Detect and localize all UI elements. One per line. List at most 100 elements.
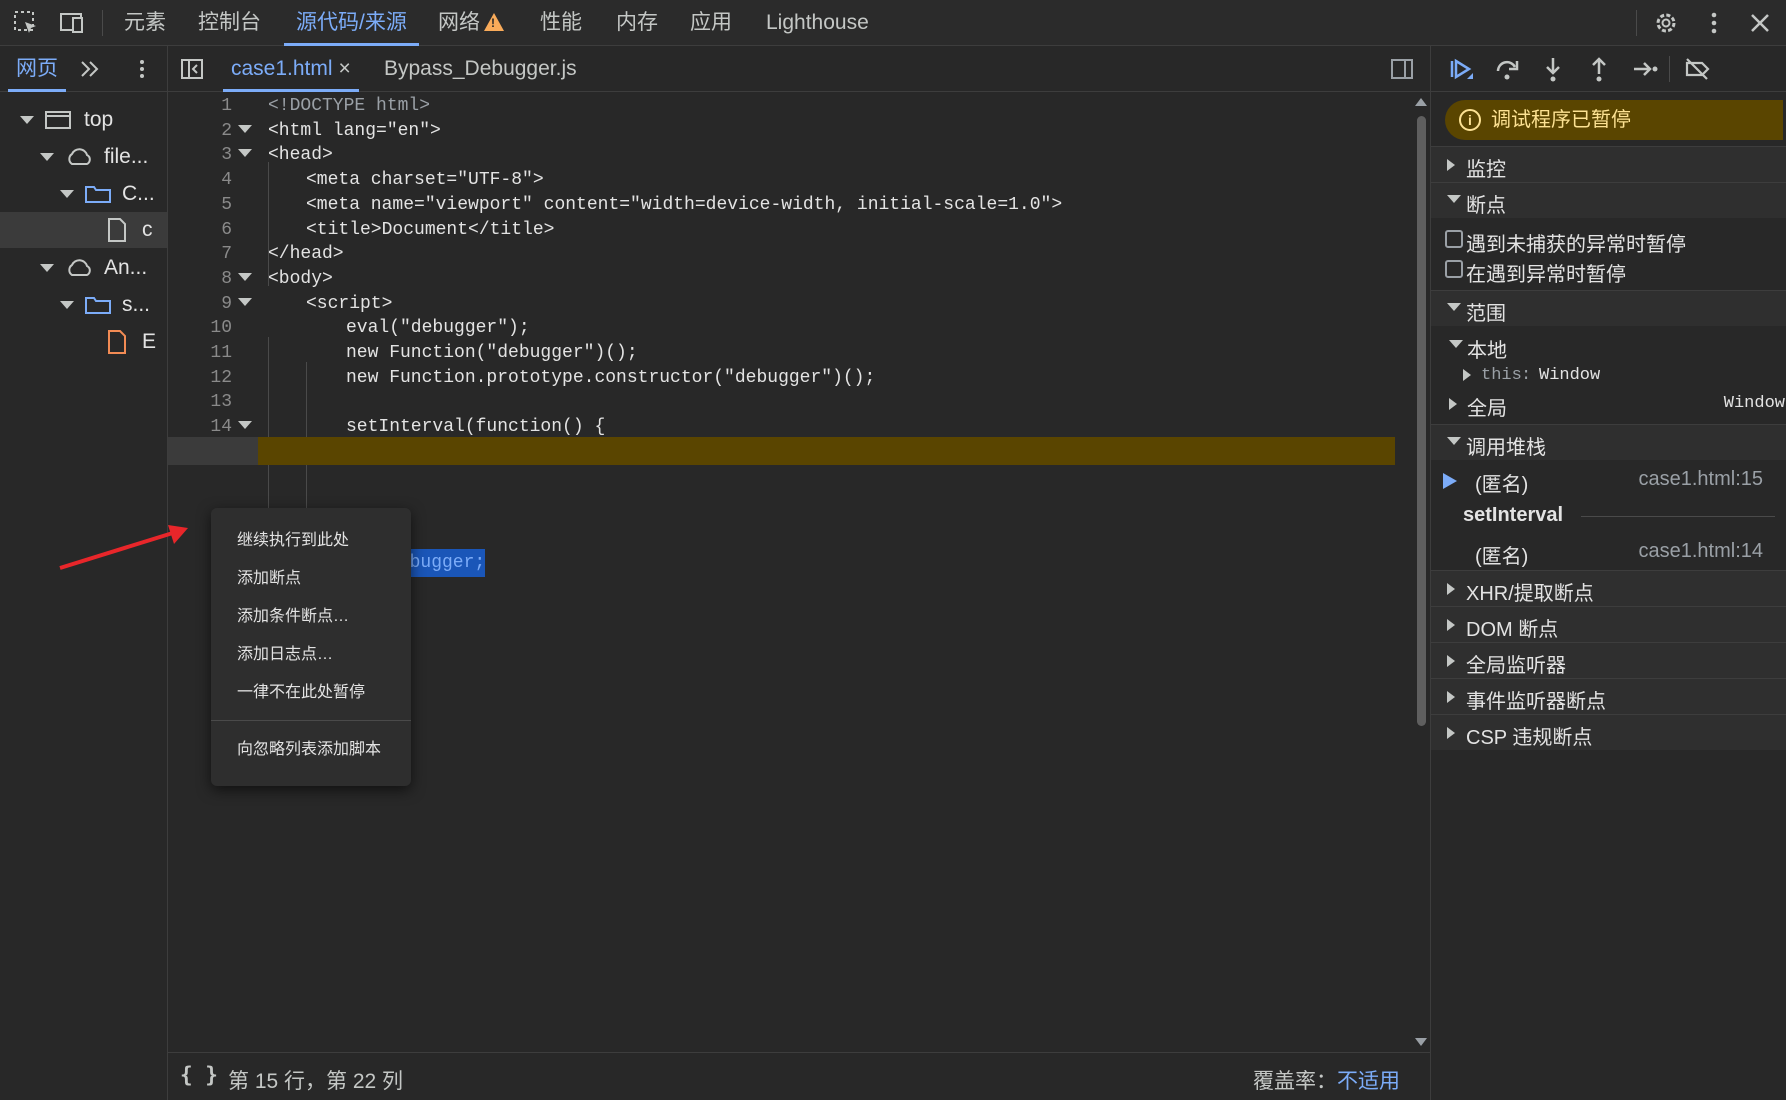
code-line-paused[interactable]: 15 debugger; [168,437,1413,577]
code-line[interactable]: 11 new Function("debugger")(); [168,339,1413,367]
close-devtools-icon[interactable] [1746,9,1774,37]
menu-add-logpoint[interactable]: 添加日志点… [211,636,411,674]
resume-icon[interactable] [1447,55,1475,83]
expand-arrow-icon[interactable] [1447,619,1455,631]
more-tabs-chevron-icon[interactable] [78,58,102,80]
pretty-print-icon[interactable]: { } [180,1063,218,1087]
menu-continue-to-here[interactable]: 继续执行到此处 [211,522,411,560]
deactivate-breakpoints-icon[interactable] [1683,55,1711,83]
code-line[interactable]: 3 <head> [168,141,1413,169]
menu-add-breakpoint[interactable]: 添加断点 [211,560,411,598]
tree-item-script[interactable]: E [0,324,167,360]
line-number[interactable]: 10 [168,314,232,342]
close-tab-icon[interactable]: × [339,57,351,80]
call-frame[interactable]: (匿名) case1.html:14 [1431,534,1786,570]
tab-application[interactable]: 应用 [678,0,744,46]
section-scope[interactable]: 范围 [1431,290,1786,326]
coverage-value[interactable]: 不适用 [1337,1070,1400,1093]
code-line[interactable]: 5 <meta name="viewport" content="width=de… [168,191,1413,219]
tab-performance[interactable]: 性能 [528,0,594,46]
settings-gear-icon[interactable] [1652,9,1680,37]
editor-scrollbar[interactable] [1413,92,1430,1052]
checkbox[interactable] [1445,230,1463,248]
menu-add-conditional-breakpoint[interactable]: 添加条件断点… [211,598,411,636]
device-toolbar-icon[interactable] [58,9,86,37]
tab-memory[interactable]: 内存 [604,0,670,46]
code-line[interactable]: 10 eval("debugger"); [168,314,1413,342]
tree-item-top[interactable]: top [0,102,167,138]
expand-arrow-icon[interactable] [1447,727,1455,739]
expand-arrow-icon[interactable] [1447,583,1455,595]
navigator-menu-icon[interactable] [132,58,152,80]
file-tab-case1[interactable]: case1.html × [223,46,359,92]
frame-location[interactable]: case1.html:15 [1638,468,1763,491]
tree-item-extension[interactable]: An... [0,250,167,286]
section-watch[interactable]: 监控 [1431,146,1786,182]
tree-item-file-selected[interactable]: c [0,212,167,248]
line-number[interactable]: 8 [168,265,232,293]
expand-arrow-icon[interactable] [60,190,74,198]
section-call-stack[interactable]: 调用堆栈 [1431,424,1786,460]
tab-page[interactable]: 网页 [8,46,66,92]
fold-arrow-icon[interactable] [238,125,252,133]
scroll-down-icon[interactable] [1415,1038,1427,1046]
checkbox[interactable] [1445,260,1463,278]
code-line[interactable]: 4 <meta charset="UTF-8"> [168,166,1413,194]
toggle-navigator-icon[interactable] [180,58,204,80]
scrollbar-thumb[interactable] [1417,116,1426,726]
call-frame-current[interactable]: (匿名) case1.html:15 [1431,462,1786,498]
line-number[interactable]: 13 [168,388,232,416]
collapse-arrow-icon[interactable] [1447,195,1461,203]
fold-arrow-icon[interactable] [238,421,252,429]
line-number[interactable]: 3 [168,141,232,169]
scope-global[interactable]: 全局 Window [1431,386,1786,422]
code-line[interactable]: 8 <body> [168,265,1413,293]
file-tab-bypass-debugger[interactable]: Bypass_Debugger.js [376,46,585,92]
step-into-icon[interactable] [1539,55,1567,83]
line-number[interactable]: 7 [168,240,232,268]
tab-console[interactable]: 控制台 [186,0,273,46]
expand-arrow-icon[interactable] [1447,655,1455,667]
line-number[interactable]: 11 [168,339,232,367]
section-event-listener-breakpoints[interactable]: 事件监听器断点 [1431,678,1786,714]
menu-never-pause-here[interactable]: 一律不在此处暂停 [211,674,411,712]
step-over-icon[interactable] [1493,55,1521,83]
frame-location[interactable]: case1.html:14 [1638,540,1763,563]
tab-lighthouse[interactable]: Lighthouse [754,0,881,46]
line-number[interactable]: 5 [168,191,232,219]
inspect-element-icon[interactable] [12,9,40,37]
expand-arrow-icon[interactable] [60,301,74,309]
collapse-arrow-icon[interactable] [1447,303,1461,311]
expand-arrow-icon[interactable] [1447,691,1455,703]
more-options-icon[interactable] [1700,9,1728,37]
menu-add-to-ignore-list[interactable]: 向忽略列表添加脚本 [211,731,411,769]
collapse-arrow-icon[interactable] [1449,340,1463,348]
expand-arrow-icon[interactable] [40,153,54,161]
code-line[interactable]: 13 [168,388,1413,416]
fold-arrow-icon[interactable] [238,149,252,157]
tab-network[interactable]: 网络 [426,0,516,46]
step-icon[interactable] [1631,55,1659,83]
scroll-up-icon[interactable] [1415,98,1427,106]
line-number[interactable]: 4 [168,166,232,194]
expand-arrow-icon[interactable] [1463,369,1471,381]
tab-sources[interactable]: 源代码/来源 [284,0,419,46]
section-breakpoints[interactable]: 断点 [1431,182,1786,218]
section-global-listeners[interactable]: 全局监听器 [1431,642,1786,678]
tree-item-folder[interactable]: s... [0,287,167,323]
fold-arrow-icon[interactable] [238,273,252,281]
expand-arrow-icon[interactable] [1447,159,1455,171]
section-xhr-breakpoints[interactable]: XHR/提取断点 [1431,570,1786,606]
fold-arrow-icon[interactable] [238,298,252,306]
step-out-icon[interactable] [1585,55,1613,83]
line-number[interactable]: 1 [168,92,232,120]
section-dom-breakpoints[interactable]: DOM 断点 [1431,606,1786,642]
expand-arrow-icon[interactable] [20,116,34,124]
section-csp-breakpoints[interactable]: CSP 违规断点 [1431,714,1786,750]
code-line[interactable]: 7 </head> [168,240,1413,268]
code-line[interactable]: 1 <!DOCTYPE html> [168,92,1413,120]
expand-arrow-icon[interactable] [1449,398,1457,410]
collapse-arrow-icon[interactable] [1447,437,1461,445]
expand-arrow-icon[interactable] [40,264,54,272]
tree-item-file[interactable]: file... [0,139,167,175]
